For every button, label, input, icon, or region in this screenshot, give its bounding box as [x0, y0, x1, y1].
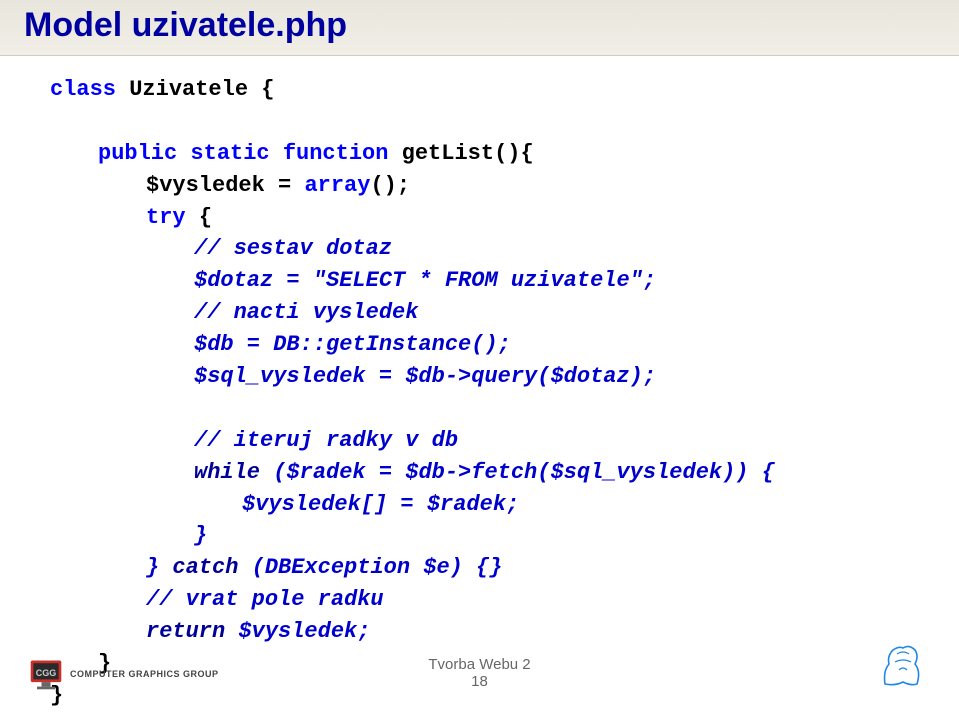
code-line: $vysledek = array(); — [50, 170, 909, 202]
paren: (); — [370, 173, 410, 198]
code-line: } catch (DBException $e) {} — [50, 552, 909, 584]
variable: $vysledek — [146, 173, 265, 198]
page-number: 18 — [428, 673, 530, 690]
paren: (){ — [494, 141, 534, 166]
operator: = — [265, 173, 305, 198]
expression: (DBException $e) {} — [252, 555, 503, 580]
brace: } — [146, 555, 172, 580]
logo-text: COMPUTER GRAPHICS GROUP — [70, 669, 219, 679]
logo-lion — [875, 636, 931, 692]
keyword: array — [304, 173, 370, 198]
comment-line: // sestav dotaz — [50, 233, 909, 265]
keyword: public static function — [98, 141, 402, 166]
code-line: $db = DB::getInstance(); — [50, 329, 909, 361]
comment-line: // vrat pole radku — [50, 584, 909, 616]
keyword: while — [194, 460, 273, 485]
keyword: try — [146, 205, 199, 230]
blank-line — [50, 393, 909, 425]
identifier: getList — [402, 141, 494, 166]
footer-title: Tvorba Webu 2 — [428, 656, 530, 673]
code-line: $vysledek[] = $radek; — [50, 489, 909, 521]
svg-text:CGG: CGG — [36, 668, 57, 678]
code-line: $dotaz = "SELECT * FROM uzivatele"; — [50, 265, 909, 297]
page-title: Model uzivatele.php — [24, 6, 935, 45]
code-line: while ($radek = $db->fetch($sql_vysledek… — [50, 457, 909, 489]
footer-center: Tvorba Webu 2 18 — [428, 656, 530, 690]
brace: } — [50, 520, 909, 552]
keyword: catch — [172, 555, 251, 580]
comment-line: // iteruj radky v db — [50, 425, 909, 457]
blank-line — [50, 106, 909, 138]
identifier: Uzivatele — [129, 77, 261, 102]
brace: { — [261, 77, 274, 102]
logo-cgg: CGG COMPUTER GRAPHICS GROUP — [28, 656, 219, 692]
code-block: class Uzivatele { public static function… — [0, 56, 959, 712]
slide-header: Model uzivatele.php — [0, 0, 959, 56]
code-line: try { — [50, 202, 909, 234]
comment-line: // nacti vysledek — [50, 297, 909, 329]
expression: ($radek = $db->fetch($sql_vysledek)) { — [273, 460, 775, 485]
lion-icon — [875, 636, 931, 692]
code-line: class Uzivatele { — [50, 74, 909, 106]
brace: { — [199, 205, 212, 230]
keyword: class — [50, 77, 129, 102]
code-line: public static function getList(){ — [50, 138, 909, 170]
monitor-icon: CGG — [28, 656, 64, 692]
code-line: $sql_vysledek = $db->query($dotaz); — [50, 361, 909, 393]
